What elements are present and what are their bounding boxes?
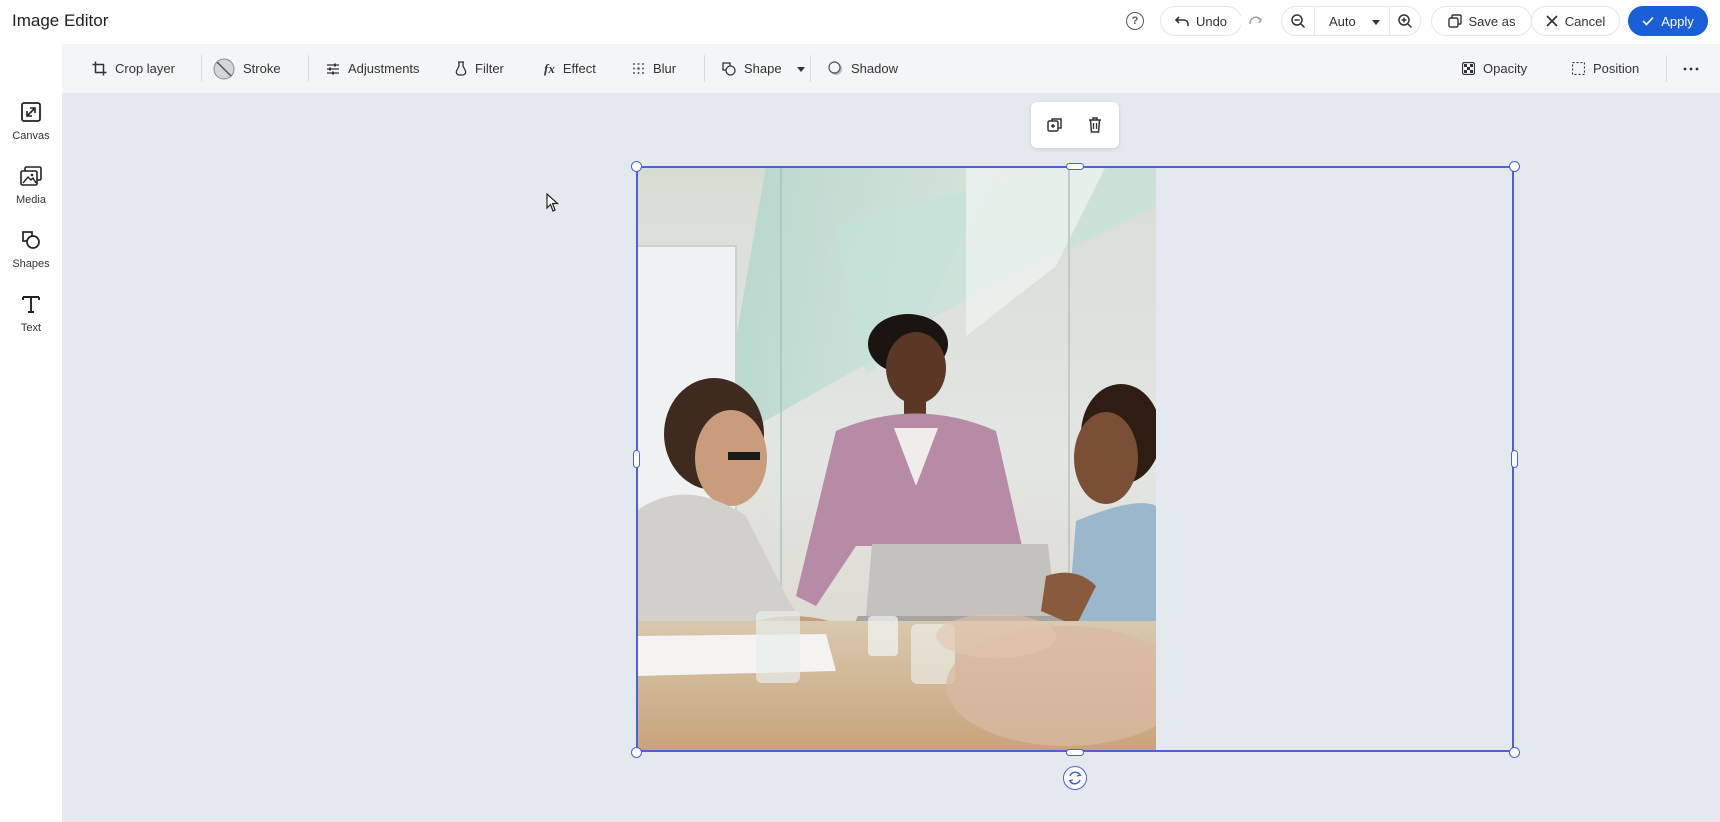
zoom-value[interactable]: Auto — [1329, 14, 1356, 29]
zoom-out-icon[interactable] — [1290, 13, 1306, 29]
save-as-button[interactable]: Save as — [1431, 6, 1532, 36]
left-sidebar: Canvas Media Shapes Text — [0, 93, 62, 822]
fx-icon: fx — [544, 60, 555, 76]
stroke-button[interactable]: Stroke — [213, 44, 281, 93]
more-options-button[interactable] — [1683, 44, 1699, 93]
resize-icon — [21, 102, 41, 122]
meeting-photo — [636, 166, 1156, 752]
blur-button[interactable]: Blur — [632, 44, 676, 93]
undo-button[interactable]: Undo — [1160, 6, 1242, 36]
apply-button[interactable]: Apply — [1628, 6, 1708, 36]
adjustments-button[interactable]: Adjustments — [326, 44, 420, 93]
cancel-button[interactable]: Cancel — [1531, 6, 1620, 36]
opacity-label: Opacity — [1483, 61, 1528, 76]
zoom-in-icon[interactable] — [1397, 13, 1413, 29]
adjustments-label: Adjustments — [348, 61, 420, 76]
crop-layer-label: Crop layer — [115, 61, 175, 76]
sidebar-item-shapes[interactable]: Shapes — [0, 221, 62, 281]
sliders-icon — [327, 63, 339, 74]
filter-icon — [455, 61, 467, 76]
effect-label: Effect — [562, 61, 596, 76]
crop-layer-button[interactable]: Crop layer — [92, 44, 175, 93]
sidebar-item-label: Canvas — [12, 130, 50, 142]
chevron-down-icon — [796, 66, 805, 72]
resize-handle-bottom[interactable] — [1066, 749, 1084, 756]
redo-icon — [1249, 16, 1262, 25]
check-icon — [1642, 16, 1654, 26]
sidebar-item-media[interactable]: Media — [0, 157, 62, 217]
blur-label: Blur — [653, 61, 677, 76]
cancel-label: Cancel — [1564, 13, 1606, 29]
stroke-icon — [213, 58, 235, 79]
header-bar: Image Editor ? Undo Auto Save as Cancel … — [0, 0, 1720, 44]
shadow-button[interactable]: Shadow — [828, 44, 898, 93]
shape-dropdown[interactable]: Shape — [722, 44, 806, 93]
sidebar-item-label: Text — [20, 322, 42, 334]
toolbar-divider — [308, 55, 309, 82]
app-title: Image Editor — [12, 11, 109, 30]
position-icon — [1572, 62, 1585, 75]
shadow-label: Shadow — [851, 61, 898, 76]
shapes-icon — [22, 231, 40, 249]
crop-icon — [92, 61, 107, 76]
toolbar-divider — [810, 55, 811, 82]
resize-handle-bottom-right[interactable] — [1509, 747, 1520, 758]
toolbar-divider — [1666, 55, 1667, 82]
chevron-down-icon[interactable] — [1370, 16, 1382, 28]
more-icon — [1683, 67, 1699, 70]
resize-handle-right[interactable] — [1511, 450, 1518, 468]
undo-icon — [1174, 16, 1189, 26]
close-icon — [1546, 15, 1558, 27]
position-label: Position — [1593, 61, 1640, 76]
opacity-icon — [1462, 62, 1475, 75]
toolbar-divider — [201, 55, 202, 82]
layer-floating-toolbar — [1031, 102, 1119, 148]
resize-handle-top[interactable] — [1066, 163, 1084, 170]
effect-button[interactable]: fx Effect — [544, 44, 596, 93]
resize-handle-top-left[interactable] — [631, 161, 642, 172]
zoom-control: Auto — [1281, 6, 1421, 36]
toolbar-divider — [704, 55, 705, 82]
mouse-cursor-icon — [546, 193, 560, 212]
resize-handle-bottom-left[interactable] — [631, 747, 642, 758]
save-as-label: Save as — [1468, 13, 1516, 29]
sidebar-item-label: Shapes — [12, 258, 50, 270]
rotate-handle[interactable] — [1063, 766, 1087, 790]
undo-label: Undo — [1195, 13, 1228, 29]
shadow-icon — [828, 61, 842, 75]
apply-label: Apply — [1661, 13, 1694, 29]
media-icon — [20, 166, 42, 186]
layer-toolbar: Crop layer Stroke Adjustments Filter fx … — [62, 44, 1720, 93]
sidebar-item-text[interactable]: Text — [0, 285, 62, 345]
stroke-label: Stroke — [243, 61, 281, 76]
filter-label: Filter — [475, 61, 504, 76]
filter-button[interactable]: Filter — [455, 44, 504, 93]
image-layer[interactable] — [636, 166, 1156, 752]
position-button[interactable]: Position — [1572, 44, 1639, 93]
redo-button[interactable] — [1240, 6, 1272, 36]
resize-handle-left[interactable] — [633, 450, 640, 468]
sidebar-item-canvas[interactable]: Canvas — [0, 93, 62, 153]
trash-icon[interactable] — [1086, 116, 1104, 134]
duplicate-icon[interactable] — [1046, 116, 1064, 134]
help-icon[interactable]: ? — [1126, 12, 1144, 30]
shape-label: Shape — [744, 61, 782, 76]
sidebar-item-label: Media — [16, 194, 46, 206]
blur-icon — [633, 63, 644, 74]
opacity-button[interactable]: Opacity — [1462, 44, 1527, 93]
rotate-icon — [1068, 771, 1082, 785]
shape-icon — [722, 61, 736, 76]
editor-canvas[interactable] — [62, 93, 1720, 822]
resize-handle-top-right[interactable] — [1509, 161, 1520, 172]
text-icon — [22, 296, 40, 313]
copy-icon — [1447, 14, 1462, 28]
